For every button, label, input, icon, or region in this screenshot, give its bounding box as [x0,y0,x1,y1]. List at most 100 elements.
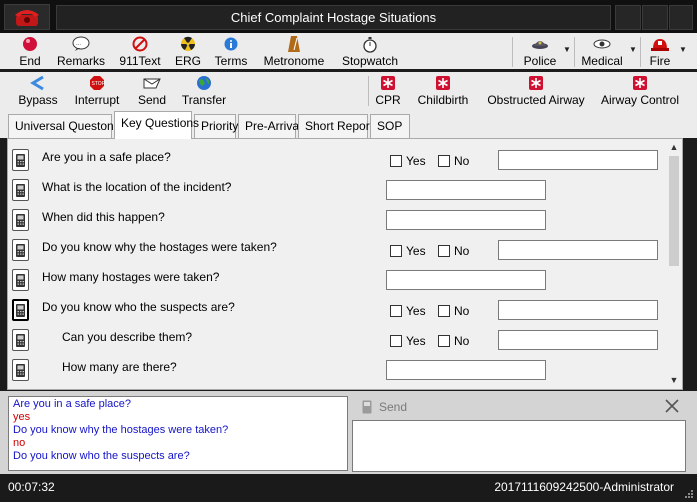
medical-cross-icon [633,74,647,92]
scrollbar-thumb[interactable] [669,156,679,266]
yes-checkbox[interactable]: Yes [390,244,426,258]
911text-button[interactable]: 911Text [116,33,164,69]
resize-grip-icon[interactable] [684,488,694,502]
red-ball-icon [22,35,38,53]
fire-dropdown-arrow-icon[interactable]: ▼ [679,45,687,54]
answer-input[interactable] [498,330,658,350]
vertical-scrollbar[interactable]: ▲ ▼ [666,139,682,389]
no-checkbox[interactable]: No [438,244,469,258]
metronome-button[interactable]: Metronome [260,33,328,69]
question-text: Can you describe them? [62,330,193,344]
question-row: Do you know who the suspects are? Yes No [8,296,668,326]
phone-icon[interactable] [12,269,29,291]
no-checkbox[interactable]: No [438,334,469,348]
end-button[interactable]: End [10,33,50,69]
globe-icon [196,74,212,92]
question-row: What is the location of the incident? [8,176,668,206]
svg-text:STOP: STOP [92,81,106,87]
scroll-down-arrow-icon[interactable]: ▼ [666,372,682,388]
childbirth-button[interactable]: Childbirth [414,72,472,110]
maximize-button[interactable] [642,5,668,30]
yes-label: Yes [406,334,426,348]
tab-pre-arrival[interactable]: Pre-Arrival [238,114,302,138]
bypass-button[interactable]: Bypass [16,72,60,110]
no-checkbox[interactable]: No [438,154,469,168]
phone-icon[interactable] [12,209,29,231]
send-message-input[interactable] [352,420,686,472]
answer-input[interactable] [386,360,546,380]
question-row: Are you in a safe place? Yes No [8,146,668,176]
question-row: How many hostages were taken? [8,266,668,296]
phone-icon[interactable] [12,239,29,261]
answer-input[interactable] [498,240,658,260]
bottom-panel: Are you in a safe place? yes Do you know… [0,391,697,474]
erg-label: ERG [174,54,201,68]
speech-bubble-icon: ... [72,35,90,53]
phone-icon[interactable] [12,179,29,201]
eye-icon [593,35,611,53]
answer-input[interactable] [498,150,658,170]
transfer-button[interactable]: Transfer [180,72,228,110]
tab-key-questions[interactable]: Key Questions [114,111,199,139]
question-text: How many hostages were taken? [42,270,220,284]
police-button[interactable]: Police [518,33,562,69]
police-dropdown-arrow-icon[interactable]: ▼ [563,45,571,54]
remarks-label: Remarks [56,54,105,68]
answer-input[interactable] [386,210,546,230]
phone-icon[interactable] [12,299,29,321]
scroll-up-arrow-icon[interactable]: ▲ [666,139,682,155]
transcript-log[interactable]: Are you in a safe place? yes Do you know… [8,396,348,471]
question-row: Do you know why the hostages were taken?… [8,236,668,266]
phone-icon[interactable] [12,329,29,351]
main-toolbar: End ... Remarks 911Text ERG Terms Metron… [0,33,697,69]
obstructed-airway-button[interactable]: Obstructed Airway [486,72,586,110]
title-bar: Chief Complaint Hostage Situations [0,0,697,33]
answer-input[interactable] [386,270,546,290]
stopwatch-label: Stopwatch [341,54,399,68]
transcript-question: Are you in a safe place? [13,398,132,410]
medical-dropdown-arrow-icon[interactable]: ▼ [629,45,637,54]
medical-button[interactable]: Medical [578,33,626,69]
tab-short-report[interactable]: Short Report [298,114,373,138]
remarks-button[interactable]: ... Remarks [56,33,106,69]
question-text: Do you know who the suspects are? [42,300,235,314]
stopwatch-button[interactable]: Stopwatch [338,33,402,69]
svg-text:...: ... [76,41,81,47]
minimize-button[interactable] [615,5,641,30]
close-window-button[interactable] [669,5,693,30]
send-label: Send [137,93,167,107]
phone-icon[interactable] [12,359,29,381]
metronome-label: Metronome [263,54,325,68]
terms-label: Terms [214,54,248,68]
send-panel-label[interactable]: Send [379,400,407,414]
question-text: Do you know why the hostages were taken? [42,240,277,254]
toolbar-separator [512,37,513,67]
tab-universal-questions[interactable]: Universal Questons [8,114,120,138]
transcript-answer: yes [13,411,31,423]
yes-checkbox[interactable]: Yes [390,334,426,348]
question-row: When did this happen? [8,206,668,236]
cpr-button[interactable]: CPR [374,72,402,110]
interrupt-button[interactable]: STOP Interrupt [70,72,124,110]
tab-priority[interactable]: Priority [194,114,238,138]
answer-input[interactable] [386,180,546,200]
answer-input[interactable] [498,300,658,320]
no-checkbox[interactable]: No [438,304,469,318]
fire-button[interactable]: Fire [646,33,674,69]
telephone-icon[interactable] [4,4,50,30]
yes-label: Yes [406,244,426,258]
phone-icon[interactable] [12,149,29,171]
fire-helmet-icon [651,35,669,53]
tab-sop[interactable]: SOP [370,114,410,138]
toolbar-separator [368,76,369,106]
terms-button[interactable]: Terms [212,33,250,69]
erg-button[interactable]: ERG [170,33,206,69]
fire-label: Fire [649,54,671,68]
police-hat-icon [531,35,549,53]
send-button[interactable]: Send [134,72,170,110]
yes-checkbox[interactable]: Yes [390,304,426,318]
close-icon[interactable] [664,398,680,417]
police-label: Police [523,54,557,68]
airway-control-button[interactable]: Airway Control [598,72,682,110]
yes-checkbox[interactable]: Yes [390,154,426,168]
